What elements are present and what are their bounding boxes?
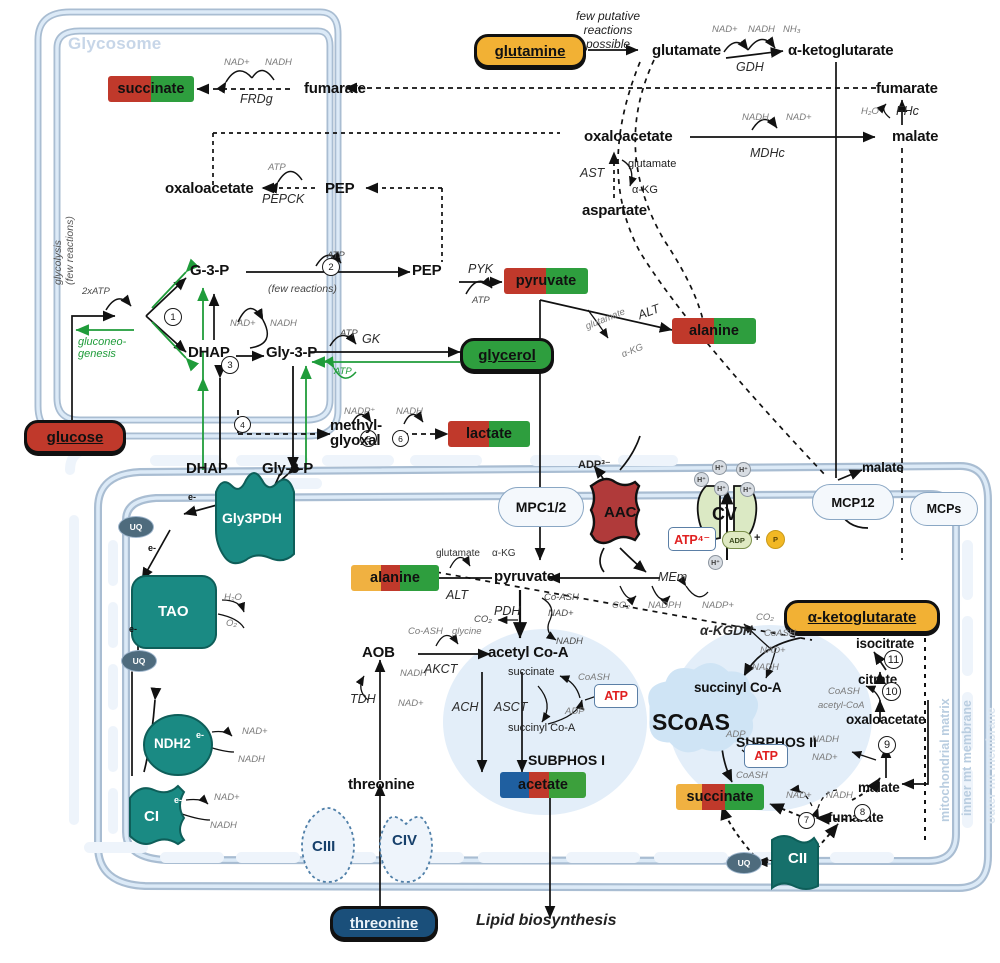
cofactor-nadplus-mdh: NAD+ <box>812 752 838 763</box>
cofactor-co2-kgdh: CO₂ <box>756 612 774 623</box>
step-9-marker: 9 <box>878 736 896 754</box>
cofactor-nadh-mdh: NADH <box>812 734 839 745</box>
enzyme-scoas: SCoAS <box>652 709 730 735</box>
cofactor-coash-cs: CoASH <box>828 686 860 697</box>
cofactor-nadh-kgdh: NADH <box>752 662 779 673</box>
step-8-marker: 8 <box>854 804 871 821</box>
step-7-marker: 7 <box>798 812 815 829</box>
cofactor-nadh-sdh: NADH <box>826 790 853 801</box>
atp-label-subphos2: ATP <box>744 744 788 768</box>
metabolite-malate-mito: malate <box>858 780 900 795</box>
enzyme-alpha-kgdh: α-KGDH <box>700 623 753 638</box>
step-11-marker: 11 <box>884 650 903 669</box>
cofactor-coash-kgdh: CoASH <box>764 628 796 639</box>
step-10-marker: 10 <box>882 682 901 701</box>
cofactor-adp-scoas2: ADP <box>726 729 746 740</box>
metabolite-isocitrate: isocitrate <box>856 636 915 651</box>
output-lipid-biosynthesis: Lipid biosynthesis <box>476 912 617 929</box>
metabolite-succinyl-coa: succinyl Co-A <box>694 680 782 695</box>
cofactor-nadplus-kgdh: NAD+ <box>760 645 786 656</box>
metabolite-oxaloacetate-mito: oxaloacetate <box>846 712 926 727</box>
cofactor-nadplus-sdh: NAD+ <box>786 790 812 801</box>
cofactor-coash-scoas2: CoASH <box>736 770 768 781</box>
cofactor-acetylcoa-cs: acetyl-CoA <box>818 700 865 711</box>
